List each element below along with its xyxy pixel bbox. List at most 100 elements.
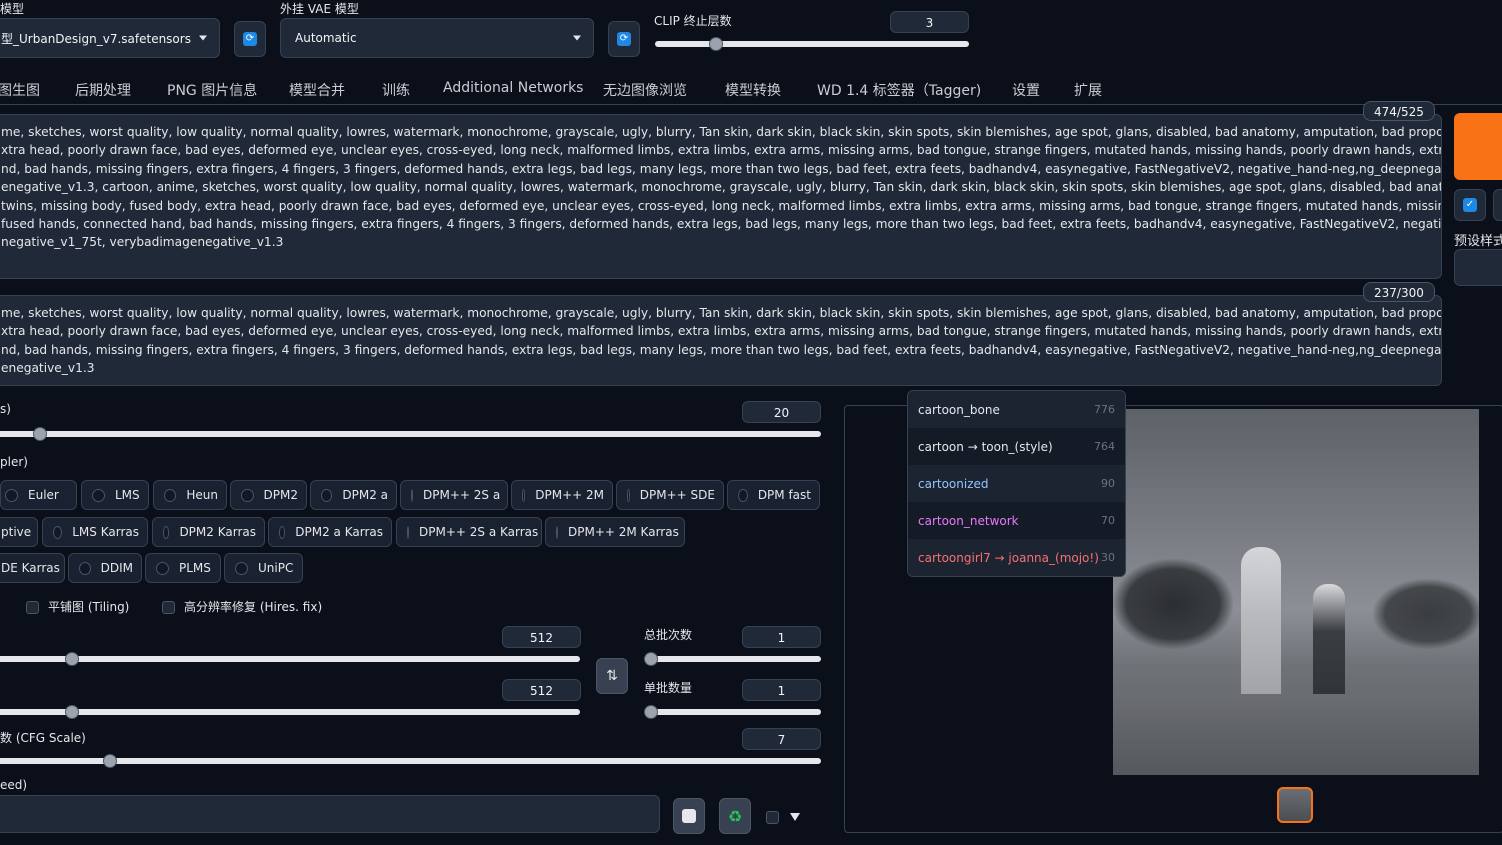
sampler-option-label: DPM++ 2M Karras — [568, 525, 679, 539]
prompt-line: enegative_v1.3, cartoon, anime, sketches… — [1, 180, 1442, 195]
tab-image-browser[interactable]: 无边图像浏览 — [603, 80, 687, 100]
batch-size-input[interactable]: 1 — [742, 679, 821, 701]
autocomplete-count: 764 — [1094, 440, 1115, 453]
sampler-option[interactable]: DPM++ 2S a Karras — [396, 517, 542, 547]
sampler-option[interactable]: DPM++ 2M Karras — [545, 517, 685, 547]
sampler-option[interactable]: DPM2 — [230, 480, 307, 510]
sampler-option[interactable]: DPM fast — [727, 480, 820, 510]
prompt-textarea[interactable]: me, sketches, worst quality, low quality… — [0, 114, 1442, 279]
batch-count-slider[interactable] — [644, 652, 821, 666]
tab-extras[interactable]: 后期处理 — [75, 80, 131, 100]
sampler-option[interactable]: DPM++ SDE — [616, 480, 724, 510]
slider-thumb[interactable] — [103, 754, 117, 768]
autocomplete-item[interactable]: cartoon_bone 776 — [908, 391, 1125, 428]
sampler-option[interactable]: UniPC — [224, 553, 303, 583]
radio-dot — [163, 525, 170, 539]
slider-thumb[interactable] — [33, 427, 47, 441]
generate-button[interactable] — [1454, 113, 1502, 180]
steps-slider[interactable] — [0, 427, 821, 441]
radio-dot — [5, 488, 18, 502]
width-input[interactable]: 512 — [502, 626, 581, 648]
extra-seed-checkbox[interactable] — [766, 811, 779, 824]
sampler-option[interactable]: LMS — [81, 480, 149, 510]
autocomplete-text: cartoon → toon_(style) — [918, 439, 1053, 454]
radio-dot — [321, 488, 333, 502]
clip-label: CLIP 终止层数 — [654, 14, 732, 28]
gallery-thumbnail[interactable] — [1277, 787, 1313, 823]
height-input[interactable]: 512 — [502, 679, 581, 701]
tiling-label: 平铺图 (Tiling) — [48, 600, 130, 614]
tab-train[interactable]: 训练 — [382, 80, 410, 100]
sampler-option-label: LMS Karras — [72, 525, 139, 539]
tab-png-info[interactable]: PNG 图片信息 — [167, 80, 257, 100]
sampler-option-label: DPM++ 2S a Karras — [419, 525, 539, 539]
tab-extensions[interactable]: 扩展 — [1074, 80, 1102, 100]
sampler-option[interactable]: LMS Karras — [42, 517, 148, 547]
output-image[interactable] — [1113, 409, 1479, 775]
tab-img2img[interactable]: 图生图 — [0, 80, 40, 100]
negative-prompt-textarea[interactable]: me, sketches, worst quality, low quality… — [0, 295, 1442, 386]
clip-value-input[interactable]: 3 — [890, 11, 969, 33]
autocomplete-item[interactable]: cartoon → toon_(style) 764 — [908, 428, 1125, 465]
clip-slider[interactable] — [655, 37, 969, 51]
steps-input[interactable]: 20 — [742, 401, 821, 423]
sampler-option[interactable]: ptive — [0, 517, 38, 547]
sampler-option[interactable]: DDIM — [68, 553, 142, 583]
tab-additional-networks[interactable]: Additional Networks — [443, 80, 583, 96]
slider-thumb[interactable] — [644, 705, 658, 719]
sampler-option[interactable]: DE Karras — [0, 553, 65, 583]
autocomplete-item[interactable]: cartoongirl7 → joanna_(mojo!) 30 — [908, 539, 1125, 576]
sampler-option[interactable]: DPM++ 2M — [511, 480, 613, 510]
sampler-option[interactable]: DPM2 Karras — [152, 517, 265, 547]
sampler-option[interactable]: DPM2 a Karras — [268, 517, 392, 547]
slider-thumb[interactable] — [709, 37, 723, 51]
sampler-option[interactable]: PLMS — [145, 553, 221, 583]
tree-silhouette — [1373, 579, 1479, 649]
refresh-model-button[interactable]: ⟳ — [234, 21, 266, 57]
prompt-line: nd, bad hands, missing fingers, extra fi… — [1, 342, 1442, 357]
sampler-option[interactable]: DPM++ 2S a — [400, 480, 508, 510]
sampler-option-label: DPM++ 2S a — [423, 488, 501, 502]
autocomplete-item[interactable]: cartoon_network 70 — [908, 502, 1125, 539]
hires-fix-label: 高分辨率修复 (Hires. fix) — [184, 600, 323, 614]
preset-style-dropdown[interactable] — [1454, 249, 1502, 286]
cfg-scale-slider[interactable] — [0, 754, 821, 768]
autocomplete-item[interactable]: cartoonized 90 — [908, 465, 1125, 502]
prompt-line: me, sketches, worst quality, low quality… — [1, 306, 1441, 320]
tab-model-convert[interactable]: 模型转换 — [725, 80, 781, 100]
batch-count-label: 总批次数 — [644, 628, 693, 642]
sampler-option[interactable]: DPM2 a — [310, 480, 397, 510]
cfg-scale-input[interactable]: 7 — [742, 728, 821, 750]
slider-thumb[interactable] — [65, 705, 79, 719]
sampler-option-label: DPM2 a Karras — [295, 525, 383, 539]
autocomplete-text: cartoonized — [918, 476, 989, 491]
height-slider[interactable] — [0, 705, 580, 719]
reuse-seed-button[interactable]: ♻ — [719, 798, 751, 834]
cfg-scale-label: 数 (CFG Scale) — [0, 731, 86, 745]
tab-merge[interactable]: 模型合并 — [289, 80, 345, 100]
batch-size-slider[interactable] — [644, 705, 821, 719]
sampler-option[interactable]: Heun — [153, 480, 227, 510]
width-slider[interactable] — [0, 652, 580, 666]
slider-thumb[interactable] — [644, 652, 658, 666]
refresh-vae-button[interactable]: ⟳ — [608, 21, 640, 57]
radio-dot — [279, 525, 286, 539]
sampler-option[interactable]: Euler — [0, 480, 77, 510]
caret-down-icon[interactable] — [790, 813, 800, 821]
hires-fix-checkbox[interactable] — [162, 601, 175, 614]
seed-input[interactable] — [0, 795, 660, 833]
tiling-checkbox[interactable] — [26, 601, 39, 614]
model-dropdown[interactable]: 型_UrbanDesign_v7.safetensors — [0, 18, 220, 58]
swap-dimensions-button[interactable]: ⇅ — [596, 658, 628, 694]
radio-dot — [164, 488, 177, 502]
tab-settings[interactable]: 设置 — [1012, 80, 1040, 100]
tab-tagger[interactable]: WD 1.4 标签器（Tagger) — [817, 80, 981, 100]
random-seed-button[interactable] — [673, 798, 705, 834]
vae-dropdown[interactable]: Automatic — [280, 18, 594, 58]
batch-count-input[interactable]: 1 — [742, 626, 821, 648]
sampler-option-label: DE Karras — [1, 561, 60, 575]
prompt-line: negative_v1_75t, verybadimagenegative_v1… — [1, 235, 284, 250]
slider-thumb[interactable] — [65, 652, 79, 666]
style-extra-button[interactable] — [1493, 189, 1502, 221]
style-apply-button[interactable]: ✓ — [1454, 189, 1486, 221]
